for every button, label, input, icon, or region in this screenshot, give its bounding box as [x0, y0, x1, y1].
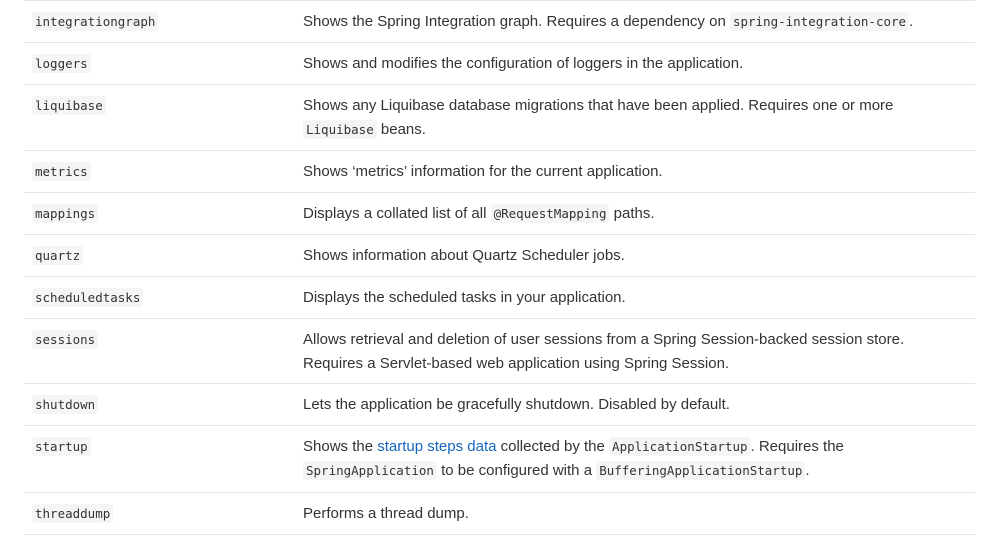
endpoint-description: Shows the startup steps data collected b…: [303, 437, 844, 480]
inline-code: BufferingApplicationStartup: [596, 461, 806, 480]
endpoint-id: liquibase: [32, 96, 106, 115]
table-row: sessions Allows retrieval and deletion o…: [24, 319, 975, 384]
table-row: quartz Shows information about Quartz Sc…: [24, 235, 975, 277]
table-row: liquibase Shows any Liquibase database m…: [24, 85, 975, 151]
table-row: integrationgraph Shows the Spring Integr…: [24, 0, 975, 43]
table-row: loggers Shows and modifies the configura…: [24, 43, 975, 85]
table-row: startup Shows the startup steps data col…: [24, 426, 975, 493]
table-row: scheduledtasks Displays the scheduled ta…: [24, 277, 975, 319]
endpoint-id: startup: [32, 437, 91, 456]
endpoint-id: integrationgraph: [32, 12, 159, 31]
endpoint-id: sessions: [32, 330, 99, 349]
endpoint-description: Displays the scheduled tasks in your app…: [303, 289, 626, 306]
table-row: shutdown Lets the application be gracefu…: [24, 384, 975, 426]
table-row: metrics Shows ‘metrics’ information for …: [24, 151, 975, 193]
table-row: threaddump Performs a thread dump.: [24, 493, 975, 535]
endpoint-description: Shows ‘metrics’ information for the curr…: [303, 163, 663, 180]
inline-code: SpringApplication: [303, 461, 437, 480]
endpoint-id: mappings: [32, 204, 99, 223]
endpoint-id: shutdown: [32, 395, 99, 414]
inline-code: spring-integration-core: [729, 12, 910, 31]
endpoint-description: Shows the Spring Integration graph. Requ…: [303, 12, 914, 31]
endpoint-description: Shows any Liquibase database migrations …: [303, 97, 894, 139]
endpoint-description: Displays a collated list of all @Request…: [303, 204, 655, 223]
endpoint-id: scheduledtasks: [32, 288, 144, 307]
endpoints-table: integrationgraph Shows the Spring Integr…: [24, 0, 975, 535]
table-row: mappings Displays a collated list of all…: [24, 193, 975, 235]
endpoint-id: metrics: [32, 162, 91, 181]
endpoint-description: Allows retrieval and deletion of user se…: [303, 331, 905, 372]
endpoint-description: Performs a thread dump.: [303, 505, 469, 522]
endpoint-description: Shows information about Quartz Scheduler…: [303, 247, 625, 264]
startup-steps-data-link[interactable]: startup steps data: [377, 438, 496, 455]
endpoint-description: Lets the application be gracefully shutd…: [303, 396, 730, 413]
inline-code: ApplicationStartup: [609, 437, 751, 456]
endpoint-id: quartz: [32, 246, 84, 265]
inline-code: @RequestMapping: [490, 204, 610, 223]
endpoint-description: Shows and modifies the configuration of …: [303, 55, 744, 72]
endpoint-id: loggers: [32, 54, 91, 73]
inline-code: Liquibase: [303, 120, 377, 139]
endpoint-id: threaddump: [32, 504, 114, 523]
